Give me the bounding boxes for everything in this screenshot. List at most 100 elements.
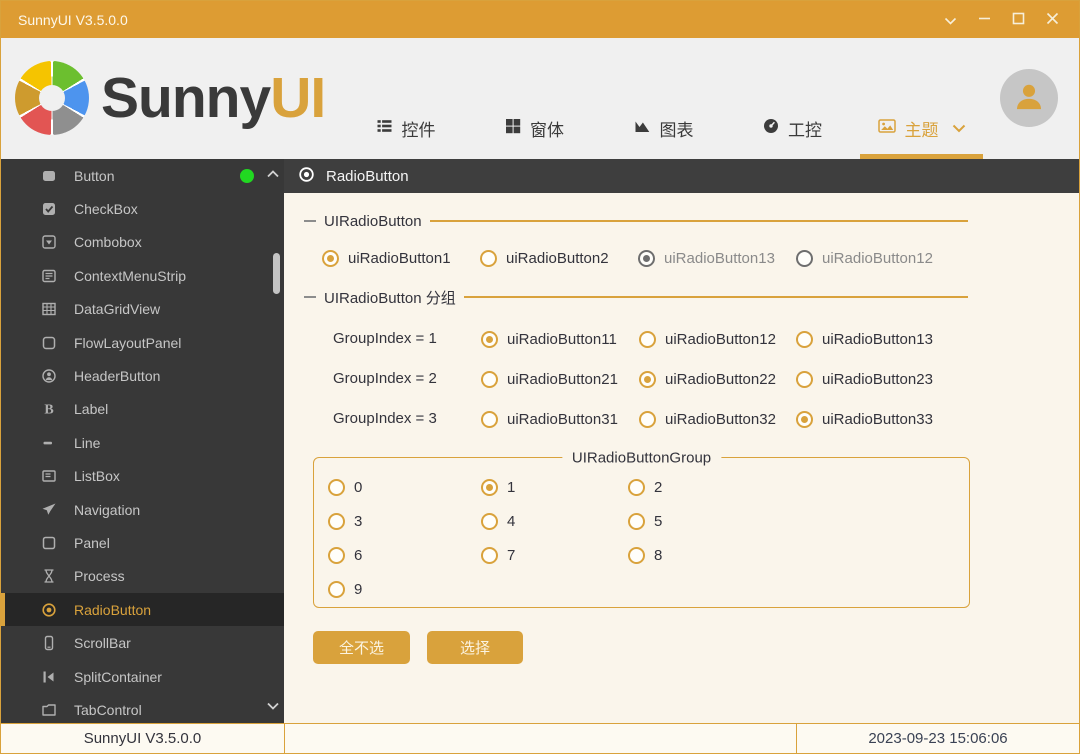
gauge-icon	[763, 118, 779, 139]
logo-text: SunnyUI	[101, 70, 325, 127]
panel-icon	[41, 535, 57, 551]
radio-circle	[796, 371, 813, 388]
radio-uiRadioButton31[interactable]: uiRadioButton31	[481, 409, 618, 429]
sidebar-item-checkbox[interactable]: CheckBox	[1, 192, 284, 225]
radio-uiRadioButton33[interactable]: uiRadioButton33	[796, 409, 933, 429]
radio-circle	[796, 411, 813, 428]
button-icon	[41, 168, 57, 184]
radio-circle	[328, 547, 345, 564]
radio-uiRadioButton13[interactable]: uiRadioButton13	[638, 248, 775, 268]
radio-circle	[628, 479, 645, 496]
tab-themes[interactable]: 主题	[857, 109, 986, 159]
sidebar-item-headerbutton[interactable]: HeaderButton	[1, 359, 284, 392]
data-grid-icon	[41, 301, 57, 317]
sidebar-scroll-down[interactable]	[267, 697, 279, 715]
deselect-all-button[interactable]: 全不选	[313, 631, 410, 664]
tab-label: 窗体	[530, 116, 564, 141]
sidebar-item-tabcontrol[interactable]: TabControl	[1, 693, 284, 723]
sidebar-item-navigation[interactable]: Navigation	[1, 493, 284, 526]
radio-option-0[interactable]: 0	[328, 477, 362, 497]
split-container-icon	[41, 669, 57, 685]
radio-option-8[interactable]: 8	[628, 545, 662, 565]
radio-uiRadioButton11[interactable]: uiRadioButton11	[481, 329, 617, 349]
group-index-label: GroupIndex = 2	[333, 369, 437, 389]
radio-circle	[638, 250, 655, 267]
close-button[interactable]	[1037, 7, 1067, 33]
radio-option-9[interactable]: 9	[328, 579, 362, 599]
minimize-button[interactable]	[969, 7, 999, 33]
tab-industrial[interactable]: 工控	[728, 109, 857, 159]
select-button[interactable]: 选择	[427, 631, 523, 664]
divider	[430, 220, 968, 222]
titlebar: SunnyUI V3.5.0.0	[1, 1, 1079, 38]
radio-circle	[480, 250, 497, 267]
radio-option-6[interactable]: 6	[328, 545, 362, 565]
page-content: UIRadioButton uiRadioButton1 uiRadioButt…	[284, 193, 1079, 723]
maximize-button[interactable]	[1003, 7, 1033, 33]
radio-uiRadioButton13-g1[interactable]: uiRadioButton13	[796, 329, 933, 349]
chevron-down-icon	[952, 124, 966, 133]
sidebar-item-datagridview[interactable]: DataGridView	[1, 293, 284, 326]
radio-option-2[interactable]: 2	[628, 477, 662, 497]
tab-forms[interactable]: 窗体	[470, 109, 599, 159]
radio-circle	[481, 411, 498, 428]
sidebar-item-panel[interactable]: Panel	[1, 526, 284, 559]
radio-uiRadioButton12[interactable]: uiRadioButton12	[796, 248, 933, 268]
radio-circle	[639, 411, 656, 428]
radio-option-4[interactable]: 4	[481, 511, 515, 531]
radio-circle	[628, 547, 645, 564]
sidebar-item-label[interactable]: B Label	[1, 393, 284, 426]
radio-uiRadioButton21[interactable]: uiRadioButton21	[481, 369, 618, 389]
radio-option-3[interactable]: 3	[328, 511, 362, 531]
sidebar-item-listbox[interactable]: ListBox	[1, 460, 284, 493]
app-header: SunnyUI 控件 窗体 图表 工控 主题	[1, 38, 1079, 159]
header-button-icon	[41, 368, 57, 384]
radio-circle	[628, 513, 645, 530]
radio-uiRadioButton22[interactable]: uiRadioButton22	[639, 369, 776, 389]
radio-button-group-box: UIRadioButtonGroup 0 1 2 3 4 5 6 7 8 9	[313, 457, 970, 608]
tab-label: 工控	[788, 116, 822, 141]
radio-circle	[481, 547, 498, 564]
radio-uiRadioButton1[interactable]: uiRadioButton1	[322, 248, 451, 268]
status-middle	[284, 724, 796, 753]
radio-circle	[481, 513, 498, 530]
tab-charts[interactable]: 图表	[599, 109, 728, 159]
sidebar-item-button[interactable]: Button	[1, 159, 284, 192]
context-menu-icon	[41, 268, 57, 284]
radio-option-7[interactable]: 7	[481, 545, 515, 565]
radio-option-1[interactable]: 1	[481, 477, 515, 497]
group-header-uiradiobutton-grouped: UIRadioButton 分组	[304, 286, 968, 308]
radio-option-5[interactable]: 5	[628, 511, 662, 531]
sidebar-item-radiobutton[interactable]: RadioButton	[1, 593, 284, 626]
scroll-bar-icon	[41, 635, 57, 651]
main-nav: 控件 窗体 图表 工控 主题	[341, 109, 986, 159]
sidebar-item-splitcontainer[interactable]: SplitContainer	[1, 660, 284, 693]
radio-uiRadioButton32[interactable]: uiRadioButton32	[639, 409, 776, 429]
group-header-uiradiobutton: UIRadioButton	[304, 210, 968, 232]
user-avatar[interactable]	[1000, 69, 1058, 127]
radio-uiRadioButton2[interactable]: uiRadioButton2	[480, 248, 609, 268]
groupbox-title: UIRadioButtonGroup	[562, 450, 721, 467]
tab-controls[interactable]: 控件	[341, 109, 470, 159]
sidebar-item-scrollbar[interactable]: ScrollBar	[1, 626, 284, 659]
sidebar-item-contextmenustrip[interactable]: ContextMenuStrip	[1, 259, 284, 292]
radio-button-icon	[41, 602, 57, 618]
app-logo: SunnyUI	[15, 61, 325, 135]
style-dropdown-button[interactable]	[935, 7, 965, 33]
sidebar-scrollbar-thumb[interactable]	[273, 253, 280, 294]
sidebar-item-line[interactable]: Line	[1, 426, 284, 459]
sidebar-scroll-up[interactable]	[267, 165, 279, 183]
radio-uiRadioButton12-g1[interactable]: uiRadioButton12	[639, 329, 776, 349]
radio-circle	[481, 371, 498, 388]
sidebar-item-process[interactable]: Process	[1, 560, 284, 593]
flow-layout-icon	[41, 335, 57, 351]
sidebar-item-flowlayoutpanel[interactable]: FlowLayoutPanel	[1, 326, 284, 359]
minimize-icon	[978, 12, 991, 28]
radio-circle	[328, 513, 345, 530]
radio-uiRadioButton23[interactable]: uiRadioButton23	[796, 369, 933, 389]
area-chart-icon	[634, 118, 651, 139]
sidebar-item-combobox[interactable]: Combobox	[1, 226, 284, 259]
divider	[464, 296, 968, 298]
radio-circle	[328, 581, 345, 598]
radio-circle	[322, 250, 339, 267]
